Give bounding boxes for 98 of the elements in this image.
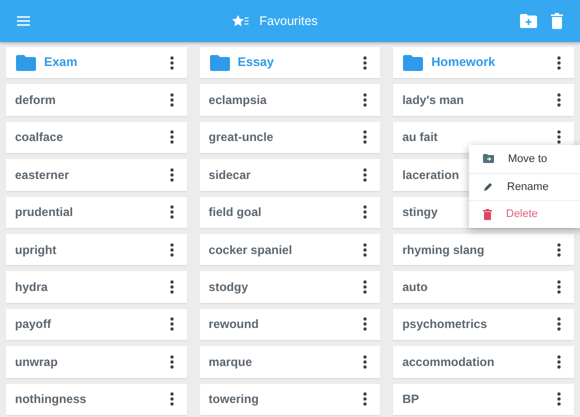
word-card[interactable]: eclampsia — [200, 84, 380, 116]
word-card[interactable]: coalface — [6, 122, 187, 154]
trash-icon[interactable] — [551, 13, 563, 29]
more-icon[interactable] — [557, 56, 561, 70]
folder-name: Exam — [44, 54, 78, 72]
folder-icon — [210, 54, 230, 71]
more-icon[interactable] — [170, 280, 174, 294]
word-card[interactable]: upright — [6, 234, 187, 266]
more-icon[interactable] — [170, 168, 174, 182]
word-text: unwrap — [15, 354, 58, 371]
word-text: stingy — [402, 204, 438, 222]
word-text: cocker spaniel — [208, 242, 292, 259]
more-icon[interactable] — [170, 93, 174, 108]
word-text: prudential — [15, 204, 74, 222]
word-card[interactable]: easterner — [6, 159, 187, 191]
more-icon[interactable] — [170, 354, 174, 369]
word-card[interactable]: marque — [200, 346, 380, 378]
word-text: payoff — [15, 316, 51, 334]
word-card[interactable]: sidecar — [200, 159, 380, 191]
word-text: great-uncle — [208, 129, 274, 146]
word-card[interactable]: lady's man — [393, 84, 574, 116]
word-text: auto — [402, 279, 428, 296]
word-text: BP — [402, 391, 419, 408]
word-text: deform — [15, 92, 56, 110]
word-card[interactable]: unwrap — [6, 346, 187, 378]
folder-name: Essay — [238, 54, 274, 72]
more-icon[interactable] — [363, 392, 368, 406]
word-text: sidecar — [208, 166, 251, 184]
word-card[interactable]: field goal — [200, 196, 380, 228]
more-icon[interactable] — [557, 130, 561, 144]
word-card[interactable]: stodgy — [200, 271, 380, 303]
more-icon[interactable] — [170, 205, 174, 220]
word-text: towering — [208, 391, 259, 408]
more-icon[interactable] — [363, 205, 368, 220]
more-icon[interactable] — [557, 280, 561, 294]
word-card[interactable]: towering — [200, 384, 380, 415]
word-card[interactable]: payoff — [6, 308, 187, 340]
app-title: Favourites — [259, 12, 318, 30]
word-card[interactable]: cocker spaniel — [200, 234, 380, 266]
folder-icon — [16, 54, 36, 71]
word-text: eclampsia — [208, 92, 267, 110]
more-icon[interactable] — [557, 317, 561, 332]
word-text: stodgy — [208, 279, 248, 296]
folder-icon — [403, 54, 424, 71]
folder-card[interactable]: Essay — [200, 47, 380, 78]
more-icon[interactable] — [557, 242, 561, 257]
folder-move-icon — [483, 154, 494, 164]
menu-item[interactable]: Rename — [469, 172, 580, 200]
trash-icon — [483, 209, 492, 220]
word-card[interactable]: hydra — [6, 271, 187, 303]
more-icon[interactable] — [170, 392, 174, 406]
word-card[interactable]: great-uncle — [200, 122, 380, 154]
folder-card[interactable]: Homework — [393, 47, 574, 78]
word-card[interactable]: nothingness — [6, 384, 187, 415]
more-icon[interactable] — [363, 56, 368, 70]
word-text: psychometrics — [402, 316, 488, 334]
word-card[interactable]: BP — [393, 384, 574, 415]
menu-icon[interactable] — [17, 16, 30, 26]
more-icon[interactable] — [170, 56, 174, 70]
word-text: lady's man — [402, 92, 464, 110]
more-icon[interactable] — [170, 130, 174, 144]
folder-card[interactable]: Exam — [6, 47, 187, 78]
word-text: easterner — [15, 166, 70, 184]
word-text: hydra — [15, 279, 48, 296]
word-card[interactable]: rhyming slang — [393, 234, 574, 266]
more-icon[interactable] — [557, 354, 561, 369]
more-icon[interactable] — [170, 242, 174, 257]
word-card[interactable]: rewound — [200, 308, 380, 340]
more-icon[interactable] — [363, 280, 368, 294]
word-text: au fait — [402, 129, 438, 146]
menu-item[interactable]: Delete — [469, 200, 580, 228]
word-card[interactable]: psychometrics — [393, 308, 574, 340]
word-text: rewound — [208, 316, 259, 334]
more-icon[interactable] — [363, 168, 368, 182]
more-icon[interactable] — [557, 93, 561, 108]
more-icon[interactable] — [557, 392, 561, 406]
word-card[interactable]: prudential — [6, 196, 187, 228]
word-card[interactable]: deform — [6, 84, 187, 116]
word-text: laceration — [402, 166, 460, 184]
word-text: field goal — [208, 204, 262, 222]
pencil-icon — [483, 182, 493, 192]
more-icon[interactable] — [363, 93, 368, 108]
new-folder-icon[interactable] — [520, 14, 537, 28]
word-text: rhyming slang — [402, 242, 484, 259]
more-icon[interactable] — [363, 354, 368, 369]
word-text: coalface — [15, 129, 64, 146]
more-icon[interactable] — [363, 317, 368, 332]
folder-name: Homework — [431, 54, 496, 72]
more-icon[interactable] — [363, 242, 368, 257]
word-card[interactable]: accommodation — [393, 346, 574, 378]
word-text: accommodation — [402, 354, 494, 371]
word-text: nothingness — [15, 391, 86, 408]
star-list-icon — [232, 15, 250, 27]
more-icon[interactable] — [170, 317, 174, 332]
more-icon[interactable] — [363, 130, 368, 144]
word-card[interactable]: auto — [393, 271, 574, 303]
word-text: upright — [15, 242, 56, 259]
word-text: marque — [208, 354, 252, 371]
